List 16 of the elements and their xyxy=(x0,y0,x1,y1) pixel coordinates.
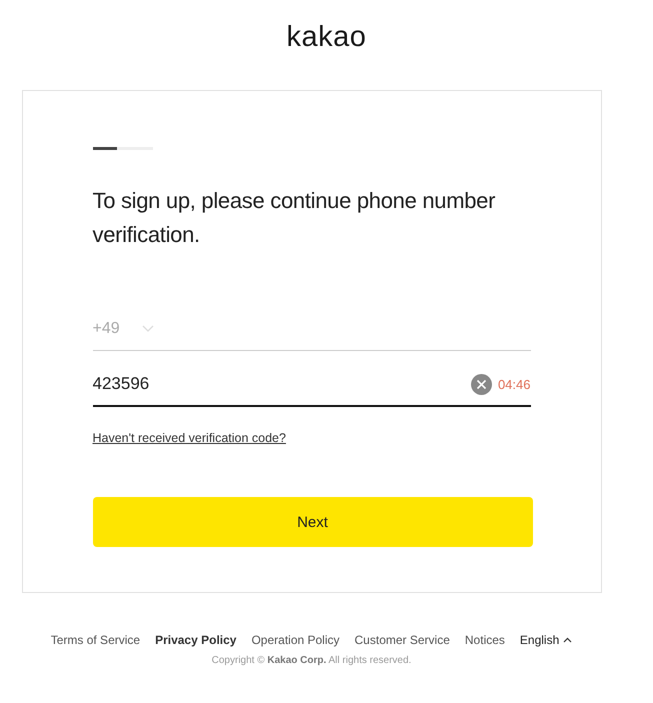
chevron-down-icon xyxy=(142,325,154,333)
footer-link[interactable]: Customer Service xyxy=(354,633,450,647)
next-button[interactable]: Next xyxy=(92,497,532,547)
clear-icon[interactable] xyxy=(470,374,492,394)
heading: To sign up, please continue phone number verification. xyxy=(92,187,496,249)
resend-link[interactable]: Haven't received verification code? xyxy=(92,431,286,445)
caret-up-icon xyxy=(563,637,572,643)
countdown-timer: 04:46 xyxy=(498,376,530,392)
footer-link[interactable]: Privacy Policy xyxy=(155,633,236,647)
footer-link[interactable]: Notices xyxy=(464,633,505,647)
copyright-text: Copyright © Kakao Corp. All rights reserved. xyxy=(212,655,412,666)
code-field[interactable]: 423596 04:46 xyxy=(92,363,530,407)
footer-link[interactable]: Operation Policy xyxy=(251,633,340,647)
logo: kakao xyxy=(286,20,366,55)
language-select[interactable]: English xyxy=(520,633,572,647)
footer-link[interactable]: Terms of Service xyxy=(50,633,140,647)
